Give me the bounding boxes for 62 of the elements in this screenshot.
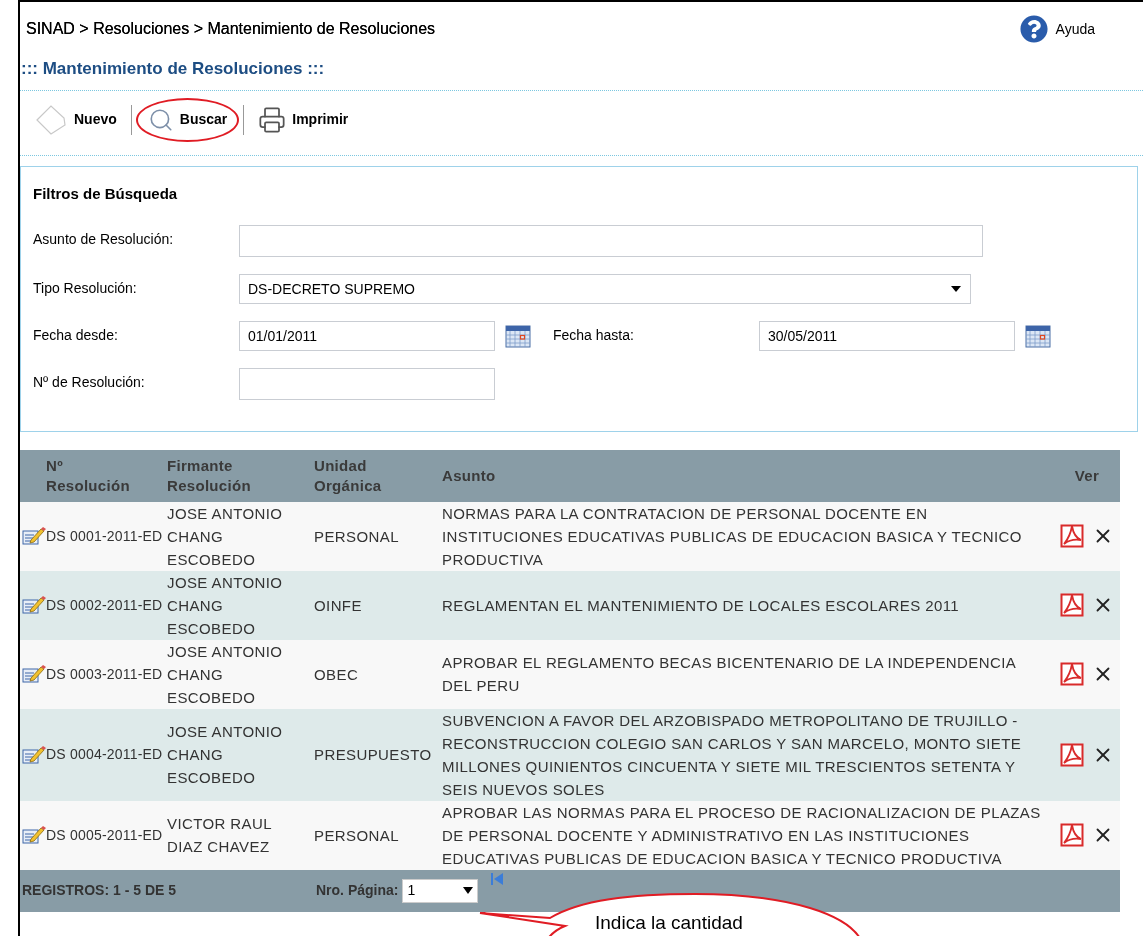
date-field[interactable]: 01/01/2011 [239, 321, 495, 351]
toolbar-button[interactable]: Imprimir [248, 97, 359, 142]
table-cell: DS 0002-2011-ED [46, 570, 167, 640]
edit-note-icon[interactable] [22, 824, 46, 846]
field-label: Fecha hasta: [553, 326, 635, 345]
subject-field[interactable] [239, 225, 983, 257]
page-select[interactable]: 1 [402, 878, 479, 903]
table-cell: APROBAR LAS NORMAS PARA EL PROCESO DE RACIONALIZACION DE PLAZAS DE PERSONAL DOCENTE Y ADMINISTRATIVO EN LAS INSTITUCIONES EDUCATIVAS PUBLICAS DE EDUCACION BASICA Y TECNICO PRODUCTIVA [442, 800, 1054, 870]
toolbar-button[interactable]: Buscar [135, 97, 240, 142]
field-label: Nº de Resolución: [33, 373, 146, 392]
table-cell: OINFE [314, 570, 442, 640]
calendar-icon[interactable] [1025, 324, 1051, 348]
dropdown-arrow-icon [950, 285, 962, 293]
table-cell: JOSE ANTONIO CHANG ESCOBEDO [167, 501, 314, 571]
calendar-icon[interactable] [505, 324, 531, 348]
column-header: Unidad Orgánica [314, 456, 382, 495]
page-title: ::: Mantenimiento de Resoluciones ::: [20, 58, 326, 80]
date-field[interactable]: 30/05/2011 [759, 321, 1015, 351]
table-cell: DS 0003-2011-ED [46, 639, 167, 709]
table-cell: PERSONAL [314, 800, 442, 870]
help-icon[interactable] [1019, 15, 1048, 43]
table-cell: NORMAS PARA LA CONTRATACION DE PERSONAL DOCENTE EN INSTITUCIONES EDUCATIVAS PUBLICAS DE EDUCACION BASICA Y TECNICO PRODUCTIVA [442, 501, 1054, 571]
table-cell: OBEC [314, 639, 442, 709]
table-cell: DS 0001-2011-ED [46, 501, 167, 571]
pdf-icon[interactable] [1060, 593, 1084, 617]
column-header: Asunto [442, 465, 496, 486]
dropdown-arrow-icon [463, 887, 474, 894]
table-cell: SUBVENCION A FAVOR DEL ARZOBISPADO METROPOLITANO DE TRUJILLO - RECONSTRUCCION COLEGIO SAN CARLOS Y SAN MARCELO, MONTO SIETE MILLONES QUINIENTOS CINCUENTA Y SIETE MIL TRESCIENTOS SETENTA Y SEIS NUEVOS SOLES [442, 708, 1054, 801]
table-cell: DS 0005-2011-ED [46, 800, 167, 870]
page-label: Nro. Página: [316, 881, 399, 900]
field-label: Tipo Resolución: [33, 279, 138, 298]
table-cell: REGLAMENTAN EL MANTENIMIENTO DE LOCALES ESCOLARES 2011 [442, 570, 1054, 640]
callout-text: Indica la cantidad [595, 912, 743, 934]
pdf-icon[interactable] [1060, 524, 1084, 548]
edit-note-icon[interactable] [22, 525, 46, 547]
pdf-icon[interactable] [1060, 742, 1084, 767]
edit-note-icon[interactable] [22, 663, 46, 685]
table-cell: APROBAR EL REGLAMENTO BECAS BICENTENARIO DE LA INDEPENDENCIA DEL PERU [442, 639, 1054, 709]
help-link[interactable]: Ayuda [1055, 18, 1095, 40]
toolbar-button[interactable]: Nuevo [24, 97, 127, 142]
column-header: Firmante Resolución [167, 456, 251, 495]
table-cell: JOSE ANTONIO CHANG ESCOBEDO [167, 639, 314, 709]
pdf-icon[interactable] [1060, 823, 1084, 847]
table-cell: JOSE ANTONIO CHANG ESCOBEDO [167, 708, 314, 801]
type-dropdown[interactable]: DS-DECRETO SUPREMO [239, 274, 971, 304]
edit-note-icon[interactable] [22, 743, 46, 766]
records-count: REGISTROS: 1 - 5 DE 5 [21, 881, 178, 900]
table-cell: PRESUPUESTO [314, 708, 442, 801]
printer-icon [258, 105, 287, 134]
table-cell: VICTOR RAUL DIAZ CHAVEZ [167, 800, 314, 870]
filter-title: Filtros de Búsqueda [33, 183, 179, 204]
breadcrumb: SINAD > Resoluciones > Mantenimiento de Resoluciones [26, 19, 436, 39]
column-header: Ver [1074, 465, 1100, 486]
number-field[interactable] [239, 368, 495, 400]
table-cell: PERSONAL [314, 501, 442, 571]
pdf-icon[interactable] [1060, 662, 1084, 686]
field-label: Asunto de Resolución: [33, 230, 175, 249]
field-label: Fecha desde: [33, 326, 119, 345]
table-cell: JOSE ANTONIO CHANG ESCOBEDO [167, 570, 314, 640]
edit-note-icon[interactable] [22, 594, 46, 616]
column-header: Nº Resolución [46, 456, 130, 495]
table-cell: DS 0004-2011-ED [46, 708, 167, 801]
